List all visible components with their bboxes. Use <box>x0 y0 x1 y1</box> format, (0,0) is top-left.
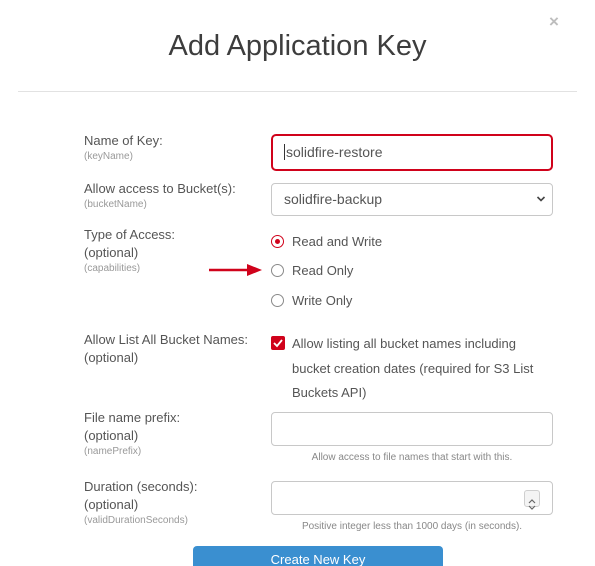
divider <box>18 91 577 92</box>
list-buckets-checkbox[interactable] <box>271 336 285 350</box>
duration-optional: (optional) <box>84 497 139 512</box>
duration-label: Duration (seconds): (optional) (validDur… <box>84 478 197 528</box>
create-key-button[interactable]: Create New Key <box>193 546 443 566</box>
radio-write-only-label: Write Only <box>292 292 353 308</box>
list-buckets-label-text: Allow List All Bucket Names: <box>84 332 249 347</box>
key-name-label: Name of Key: (keyName) <box>84 132 163 164</box>
bucket-selected-value: solidfire-backup <box>284 191 383 207</box>
prefix-input[interactable] <box>271 412 553 446</box>
duration-input[interactable] <box>271 481 553 515</box>
access-sub: (capabilities) <box>84 263 141 274</box>
bucket-label-text: Allow access to Bucket(s): <box>84 181 236 196</box>
radio-read-only[interactable]: Read Only <box>271 261 353 279</box>
chevron-down-icon <box>536 196 546 202</box>
key-name-label-text: Name of Key: <box>84 133 163 148</box>
radio-read-only-label: Read Only <box>292 262 354 278</box>
prefix-optional: (optional) <box>84 428 139 443</box>
prefix-label: File name prefix: (optional) (namePrefix… <box>84 409 180 459</box>
key-name-value: solidfire-restore <box>286 144 383 160</box>
prefix-label-text: File name prefix: <box>84 410 181 425</box>
radio-read-only-input[interactable] <box>271 263 284 277</box>
prefix-sub: (namePrefix) <box>84 446 142 457</box>
text-caret <box>284 144 285 161</box>
bucket-sub: (bucketName) <box>84 199 147 210</box>
list-buckets-label: Allow List All Bucket Names: (optional) <box>84 331 248 367</box>
checkmark-icon <box>273 339 283 348</box>
radio-write-only-input[interactable] <box>271 293 284 307</box>
access-optional: (optional) <box>84 245 139 260</box>
prefix-help: Allow access to file names that start wi… <box>311 452 513 463</box>
bucket-select[interactable]: solidfire-backup <box>271 183 553 216</box>
dialog-title: Add Application Key <box>168 30 427 62</box>
key-name-input[interactable]: solidfire-restore <box>271 134 553 171</box>
spinner-arrows <box>528 499 536 510</box>
list-buckets-optional: (optional) <box>84 350 139 365</box>
bucket-label: Allow access to Bucket(s): (bucketName) <box>84 180 236 212</box>
radio-read-write-input[interactable] <box>271 234 284 248</box>
duration-help: Positive integer less than 1000 days (in… <box>301 521 523 532</box>
access-label: Type of Access: (optional) (capabilities… <box>84 226 175 276</box>
access-label-text: Type of Access: <box>84 227 176 242</box>
spinner-icon[interactable] <box>524 490 540 510</box>
list-buckets-text: Allow listing all bucket names including… <box>292 336 534 400</box>
radio-read-write-label: Read and Write <box>292 233 383 249</box>
duration-sub: (validDurationSeconds) <box>84 515 188 526</box>
arrow-icon <box>209 264 262 276</box>
duration-label-text: Duration (seconds): <box>84 479 198 494</box>
radio-write-only[interactable]: Write Only <box>271 291 352 309</box>
key-name-sub: (keyName) <box>84 151 133 162</box>
radio-read-write[interactable]: Read and Write <box>271 232 382 250</box>
